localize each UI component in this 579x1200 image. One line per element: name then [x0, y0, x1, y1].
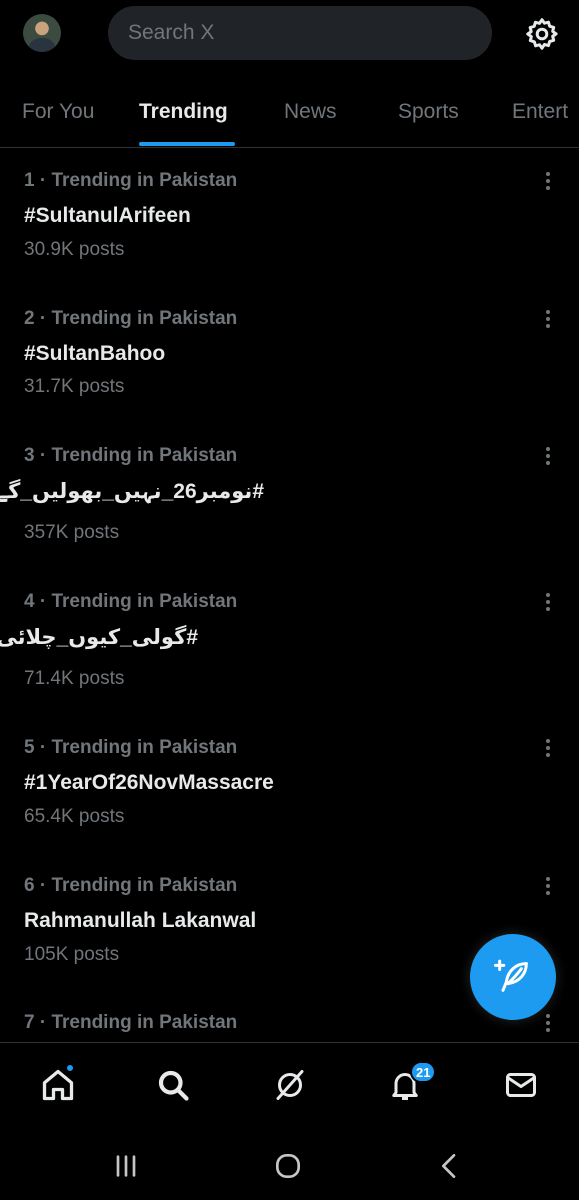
- grok-icon[interactable]: [272, 1067, 308, 1103]
- more-options-icon[interactable]: [540, 739, 556, 761]
- trend-item[interactable]: 3 · Trending in Pakistan #نومبر26_نہیں_ب…: [0, 445, 579, 565]
- trend-title: #SultanBahoo: [24, 342, 166, 365]
- more-options-icon[interactable]: [540, 1014, 556, 1036]
- trend-title: Rahmanullah Lakanwal: [24, 909, 257, 932]
- more-options-icon[interactable]: [540, 310, 556, 332]
- mail-icon[interactable]: [503, 1067, 539, 1103]
- system-navigation-bar: [0, 1130, 579, 1200]
- explore-tabs: For You Trending News Sports Entert: [0, 78, 579, 148]
- trend-item[interactable]: 2 · Trending in Pakistan #SultanBahoo 31…: [0, 308, 579, 418]
- search-bar[interactable]: [108, 6, 492, 60]
- back-icon[interactable]: [434, 1150, 466, 1182]
- trend-meta: 3 · Trending in Pakistan: [24, 445, 238, 466]
- more-options-icon[interactable]: [540, 593, 556, 615]
- tab-trending[interactable]: Trending: [139, 100, 228, 124]
- trend-item[interactable]: 1 · Trending in Pakistan #SultanulArifee…: [0, 170, 579, 280]
- trend-item[interactable]: 7 · Trending in Pakistan: [0, 1012, 579, 1042]
- tab-news[interactable]: News: [284, 100, 337, 124]
- trend-title: #گولی_کیوں_چلائی: [0, 626, 198, 649]
- tab-sports[interactable]: Sports: [398, 100, 459, 124]
- trend-meta: 7 · Trending in Pakistan: [24, 1012, 238, 1033]
- compose-post-button[interactable]: [470, 934, 556, 1020]
- trend-meta: 2 · Trending in Pakistan: [24, 308, 238, 329]
- more-options-icon[interactable]: [540, 172, 556, 194]
- trend-item[interactable]: 5 · Trending in Pakistan #1YearOf26NovMa…: [0, 737, 579, 847]
- home-button-icon[interactable]: [272, 1150, 304, 1182]
- trend-meta: 5 · Trending in Pakistan: [24, 737, 238, 758]
- trend-post-count: 65.4K posts: [24, 806, 125, 827]
- search-input[interactable]: [128, 21, 492, 45]
- bottom-navigation: 21: [0, 1042, 579, 1130]
- active-tab-indicator: [139, 142, 235, 146]
- gear-icon[interactable]: [524, 16, 560, 52]
- trend-post-count: 105K posts: [24, 944, 120, 965]
- more-options-icon[interactable]: [540, 447, 556, 469]
- trend-title: #SultanulArifeen: [24, 204, 191, 227]
- trend-item[interactable]: 4 · Trending in Pakistan #گولی_کیوں_چلائ…: [0, 591, 579, 711]
- trend-meta: 4 · Trending in Pakistan: [24, 591, 238, 612]
- trend-post-count: 30.9K posts: [24, 239, 125, 260]
- search-icon[interactable]: [155, 1067, 191, 1103]
- recent-apps-icon[interactable]: [110, 1150, 142, 1182]
- tab-entertainment[interactable]: Entert: [512, 100, 568, 124]
- trend-meta: 6 · Trending in Pakistan: [24, 875, 238, 896]
- trend-post-count: 31.7K posts: [24, 376, 125, 397]
- more-options-icon[interactable]: [540, 877, 556, 899]
- trend-title: #1YearOf26NovMassacre: [24, 771, 274, 794]
- trend-title: #نومبر26_نہیں_بھولیں_گے: [0, 480, 264, 503]
- trend-post-count: 357K posts: [24, 522, 120, 543]
- feather-plus-icon: [494, 959, 528, 992]
- top-header: [0, 0, 579, 70]
- tab-for-you[interactable]: For You: [22, 100, 94, 124]
- trend-meta: 1 · Trending in Pakistan: [24, 170, 238, 191]
- unread-indicator: [65, 1063, 75, 1073]
- trend-post-count: 71.4K posts: [24, 668, 125, 689]
- profile-avatar[interactable]: [23, 14, 61, 52]
- notifications-badge: 21: [410, 1061, 437, 1083]
